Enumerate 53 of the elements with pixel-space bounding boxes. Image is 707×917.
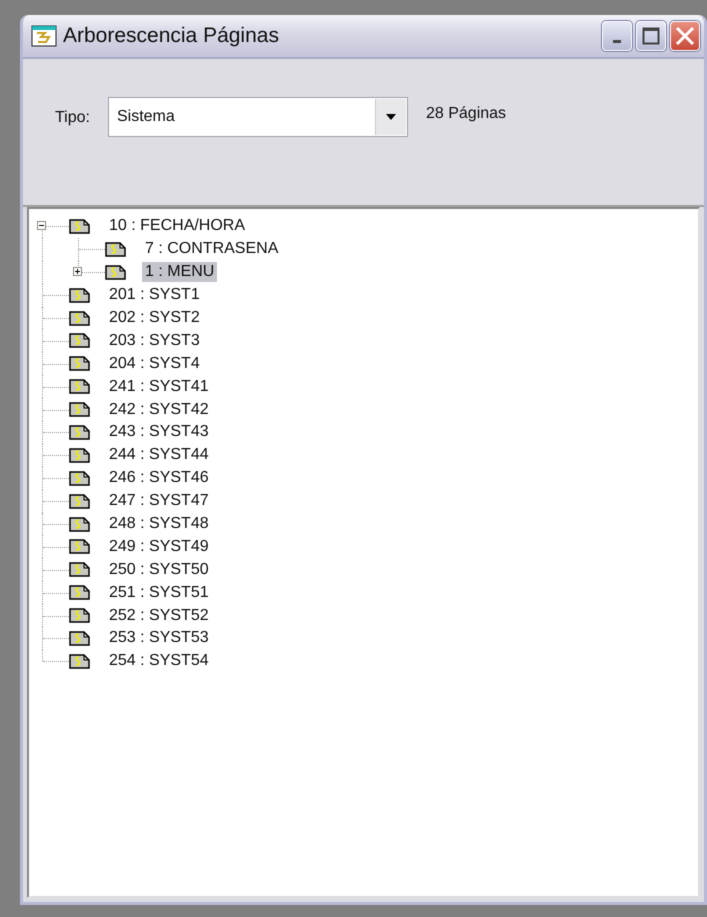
type-label: Tipo: [55, 109, 90, 127]
tree-item[interactable]: 241 : SYST41 [106, 376, 212, 397]
page-icon [105, 264, 126, 280]
page-icon [69, 654, 90, 669]
tree-item[interactable]: 249 : SYST49 [106, 536, 212, 557]
page-count: 28 Páginas [426, 105, 506, 123]
tree-item[interactable]: 254 : SYST54 [106, 651, 212, 672]
page-icon [69, 424, 90, 440]
page-icon [69, 333, 90, 348]
page-icon [69, 516, 90, 532]
page-icon [69, 379, 90, 394]
tree-item[interactable]: 242 : SYST42 [106, 400, 212, 420]
minimize-icon [613, 40, 621, 42]
page-icon [69, 288, 90, 303]
expand-icon[interactable] [73, 267, 82, 276]
collapse-icon[interactable] [37, 221, 46, 230]
tree-item[interactable]: 247 : SYST47 [106, 491, 212, 512]
tree-item[interactable]: 1 : MENU [142, 262, 218, 282]
page-icon [69, 494, 90, 509]
close-icon [675, 26, 695, 46]
window-title: Arborescencia Páginas [63, 24, 280, 48]
page-icon [69, 218, 90, 234]
tree-item[interactable]: 246 : SYST46 [106, 468, 212, 488]
minimize-button[interactable] [602, 21, 632, 51]
tree-item[interactable]: 244 : SYST44 [106, 445, 212, 466]
page-icon [69, 402, 90, 418]
tree-item[interactable]: 252 : SYST52 [106, 606, 212, 626]
type-dropdown[interactable]: Sistema [108, 97, 408, 137]
tree-item[interactable]: 201 : SYST1 [106, 285, 203, 306]
maximize-icon [642, 27, 660, 45]
page-icon [69, 310, 90, 326]
page-icon [69, 630, 90, 646]
app-icon [31, 25, 57, 47]
page-icon [69, 562, 90, 578]
page-icon [69, 585, 90, 600]
tree-item[interactable]: 250 : SYST50 [106, 560, 212, 580]
close-button[interactable] [670, 21, 700, 51]
tree-item[interactable]: 202 : SYST2 [106, 308, 203, 328]
page-icon [69, 539, 90, 554]
page-icon [69, 448, 90, 463]
tree-item[interactable]: 204 : SYST4 [106, 354, 203, 374]
page-icon [105, 242, 126, 257]
page-icon [69, 608, 90, 624]
page-icon [69, 356, 90, 372]
tree-item[interactable]: 248 : SYST48 [106, 514, 212, 534]
tree-item[interactable]: 251 : SYST51 [106, 582, 212, 603]
tree-item[interactable]: 10 : FECHA/HORA [106, 216, 248, 236]
tree-item[interactable]: 203 : SYST3 [106, 330, 203, 351]
tree-item[interactable]: 243 : SYST43 [106, 422, 212, 442]
tree-item[interactable]: 253 : SYST53 [106, 628, 212, 648]
tree-item[interactable]: 7 : CONTRASENA [142, 239, 282, 260]
page-icon [69, 470, 90, 486]
maximize-button[interactable] [636, 21, 666, 51]
